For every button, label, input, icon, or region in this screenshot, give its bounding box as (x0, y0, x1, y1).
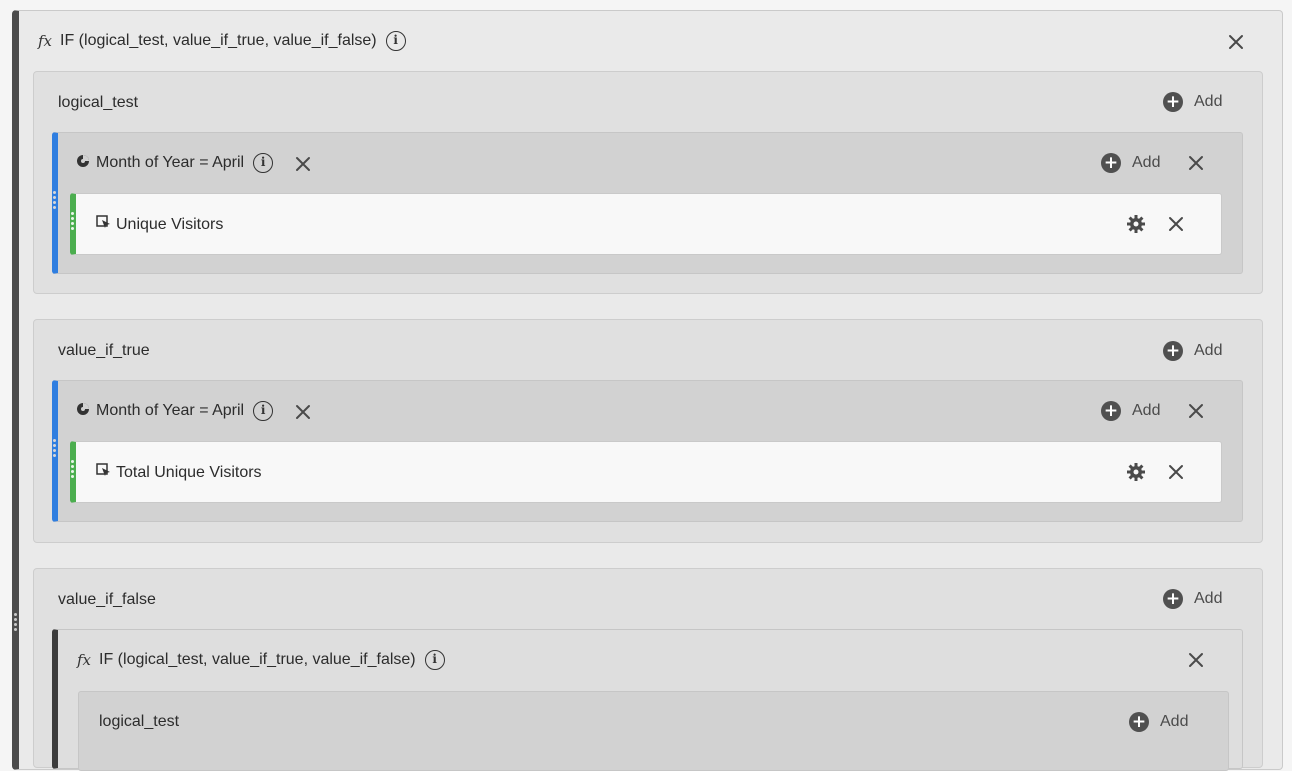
segment-icon (76, 402, 90, 421)
nested-if-function: fx IF (logical_test, value_if_true, valu… (52, 629, 1243, 771)
remove-metric-icon[interactable] (1166, 462, 1186, 482)
metric-header: Total Unique Visitors (96, 463, 262, 482)
fx-icon: fx (77, 651, 92, 669)
metric-label: Unique Visitors (116, 215, 224, 233)
close-function-icon[interactable] (1226, 32, 1246, 52)
drag-handle-icon[interactable] (71, 212, 74, 230)
info-icon[interactable]: i (385, 31, 406, 51)
segment-container: Month of Year = April i + Add Total Uniq… (52, 380, 1243, 522)
close-function-icon[interactable] (1186, 650, 1206, 670)
metric-header: Unique Visitors (96, 215, 223, 234)
add-label: Add (1132, 402, 1161, 419)
info-icon[interactable]: i (253, 401, 274, 421)
add-label: Add (1132, 154, 1161, 171)
segment-header: Month of Year = April i (76, 153, 313, 173)
fx-icon: fx (38, 32, 53, 50)
info-icon[interactable]: i (424, 650, 445, 670)
remove-metric-icon[interactable] (1166, 214, 1186, 234)
plus-circle-icon: + (1129, 712, 1149, 732)
argument-label: logical_test (58, 94, 139, 111)
argument-label: value_if_false (58, 591, 156, 608)
add-label: Add (1194, 342, 1223, 359)
add-label: Add (1160, 713, 1189, 730)
drag-handle-icon[interactable] (14, 613, 17, 631)
close-segment-icon[interactable] (1186, 153, 1206, 173)
gear-icon[interactable] (1126, 214, 1146, 234)
function-header: fx IF (logical_test, value_if_true, valu… (38, 31, 406, 51)
drag-handle-icon[interactable] (71, 460, 74, 478)
gear-icon[interactable] (1126, 462, 1146, 482)
metric-item[interactable]: Total Unique Visitors (70, 441, 1222, 503)
drag-handle-icon[interactable] (53, 439, 56, 457)
plus-circle-icon: + (1101, 153, 1121, 173)
close-segment-icon[interactable] (1186, 401, 1206, 421)
add-button[interactable]: + Add (1163, 92, 1222, 112)
metric-label: Total Unique Visitors (116, 463, 262, 481)
add-button[interactable]: + Add (1163, 589, 1222, 609)
function-signature: IF (logical_test, value_if_true, value_i… (99, 651, 416, 668)
plus-circle-icon: + (1163, 92, 1183, 112)
nested-argument-logical-test: logical_test + Add (78, 691, 1229, 771)
drag-handle-icon[interactable] (53, 191, 56, 209)
function-header: fx IF (logical_test, value_if_true, valu… (77, 650, 445, 670)
segment-header: Month of Year = April i (76, 401, 313, 421)
add-label: Add (1194, 93, 1223, 110)
add-button[interactable]: + Add (1129, 712, 1188, 732)
argument-label: value_if_true (58, 342, 150, 359)
argument-label: logical_test (99, 713, 180, 730)
metric-item[interactable]: Unique Visitors (70, 193, 1222, 255)
add-button[interactable]: + Add (1101, 153, 1160, 173)
info-icon[interactable]: i (253, 153, 274, 173)
plus-circle-icon: + (1101, 401, 1121, 421)
plus-circle-icon: + (1163, 341, 1183, 361)
segment-label: Month of Year = April (96, 154, 245, 171)
remove-segment-icon[interactable] (293, 402, 313, 422)
metric-icon (96, 463, 111, 482)
add-label: Add (1194, 590, 1223, 607)
metric-icon (96, 215, 111, 234)
remove-segment-icon[interactable] (293, 154, 313, 174)
segment-label: Month of Year = April (96, 402, 245, 419)
plus-circle-icon: + (1163, 589, 1183, 609)
segment-icon (76, 154, 90, 173)
add-button[interactable]: + Add (1163, 341, 1222, 361)
function-signature: IF (logical_test, value_if_true, value_i… (60, 32, 377, 49)
segment-container: Month of Year = April i + Add Unique Vis… (52, 132, 1243, 274)
add-button[interactable]: + Add (1101, 401, 1160, 421)
